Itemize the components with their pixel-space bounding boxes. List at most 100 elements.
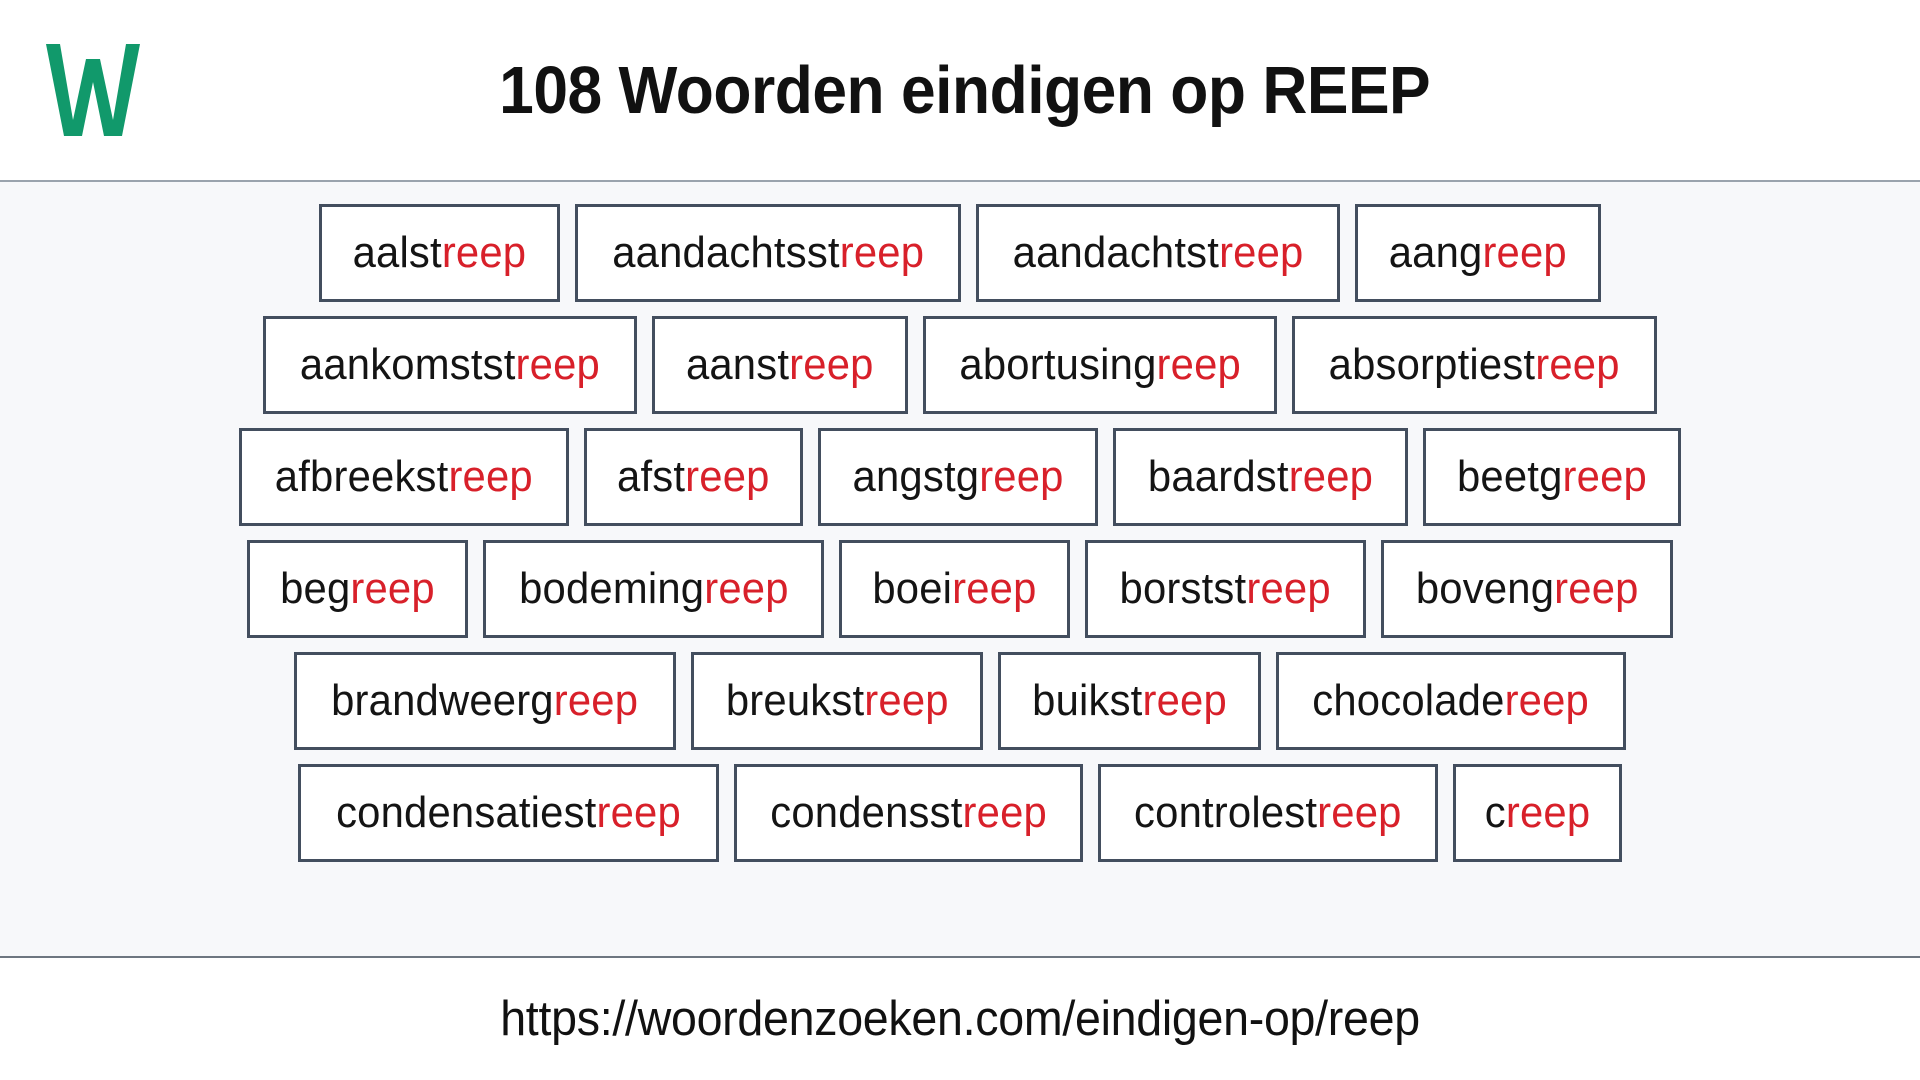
- word-grid: aalstreep aandachtsstreep aandachtstreep…: [0, 182, 1920, 956]
- word-item[interactable]: bovengreep: [1380, 540, 1674, 638]
- word-label: bovengreep: [1416, 567, 1639, 611]
- word-prefix: bodeming: [518, 564, 704, 613]
- word-label: aalstreep: [353, 231, 527, 275]
- word-suffix: reep: [1142, 676, 1228, 725]
- word-item[interactable]: absorptiestreep: [1292, 316, 1657, 414]
- word-suffix: reep: [703, 564, 789, 613]
- word-suffix: reep: [1482, 228, 1568, 277]
- word-item[interactable]: baardstreep: [1112, 428, 1408, 526]
- word-suffix: reep: [448, 452, 534, 501]
- word-suffix: reep: [1562, 452, 1647, 501]
- word-item[interactable]: begreep: [246, 540, 468, 638]
- word-item[interactable]: condensatiestreep: [298, 764, 719, 862]
- word-label: aandachtsstreep: [612, 231, 924, 275]
- word-suffix: reep: [685, 452, 770, 501]
- word-prefix: aankomstst: [300, 340, 517, 389]
- word-prefix: breukst: [725, 676, 864, 725]
- word-prefix: boei: [872, 564, 953, 613]
- word-label: bodemingreep: [519, 567, 789, 611]
- word-item[interactable]: creep: [1452, 764, 1622, 862]
- word-suffix: reep: [1156, 340, 1241, 389]
- word-prefix: aalst: [352, 228, 442, 277]
- word-item[interactable]: aandachtsstreep: [574, 204, 962, 302]
- word-prefix: aanst: [686, 340, 790, 389]
- word-suffix: reep: [441, 228, 527, 277]
- word-label: boeireep: [873, 567, 1037, 611]
- word-prefix: aang: [1389, 228, 1483, 277]
- word-item[interactable]: controlestreep: [1098, 764, 1438, 862]
- word-item[interactable]: aangreep: [1355, 204, 1601, 302]
- word-row: aankomststreep aanstreep abortusingreep …: [0, 316, 1920, 414]
- word-label: angstgreep: [852, 455, 1063, 499]
- word-item[interactable]: aanstreep: [652, 316, 908, 414]
- word-label: brandweergreep: [332, 679, 639, 723]
- page-footer: https://woordenzoeken.com/eindigen-op/re…: [0, 956, 1920, 1080]
- word-item[interactable]: abortusingreep: [922, 316, 1278, 414]
- word-prefix: aandachtst: [1012, 228, 1220, 277]
- word-item[interactable]: aalstreep: [319, 204, 560, 302]
- word-label: borststreep: [1120, 567, 1331, 611]
- word-label: beetgreep: [1457, 455, 1647, 499]
- word-item[interactable]: bodemingreep: [482, 540, 825, 638]
- word-item[interactable]: breukstreep: [690, 652, 984, 750]
- word-suffix: reep: [1317, 788, 1402, 837]
- word-label: aanstreep: [686, 343, 874, 387]
- word-suffix: reep: [1505, 788, 1591, 837]
- word-label: buikstreep: [1032, 679, 1227, 723]
- word-suffix: reep: [789, 340, 874, 389]
- word-item[interactable]: angstgreep: [817, 428, 1098, 526]
- word-label: baardstreep: [1148, 455, 1373, 499]
- word-prefix: aandachtsst: [612, 228, 840, 277]
- word-item[interactable]: buikstreep: [998, 652, 1262, 750]
- word-row: condensatiestreep condensstreep controle…: [0, 764, 1920, 862]
- page-title: 108 Woorden eindigen op REEP: [499, 52, 1431, 128]
- word-suffix: reep: [596, 788, 681, 837]
- word-prefix: borstst: [1119, 564, 1247, 613]
- word-label: absorptiestreep: [1329, 343, 1620, 387]
- word-suffix: reep: [1504, 676, 1590, 725]
- word-prefix: baardst: [1147, 452, 1289, 501]
- word-suffix: reep: [1553, 564, 1639, 613]
- word-label: abortusingreep: [959, 343, 1241, 387]
- word-label: condensatiestreep: [336, 791, 681, 835]
- word-suffix: reep: [863, 676, 949, 725]
- word-prefix: condensst: [770, 788, 963, 837]
- word-suffix: reep: [952, 564, 1038, 613]
- word-suffix: reep: [1246, 564, 1332, 613]
- word-suffix: reep: [839, 228, 925, 277]
- word-item[interactable]: brandweergreep: [294, 652, 676, 750]
- word-suffix: reep: [350, 564, 435, 613]
- word-label: aankomststreep: [300, 343, 600, 387]
- word-prefix: afbreekst: [275, 452, 449, 501]
- word-item[interactable]: beetgreep: [1422, 428, 1681, 526]
- word-item[interactable]: afbreekstreep: [239, 428, 569, 526]
- page-header: 108 Woorden eindigen op REEP: [0, 0, 1920, 182]
- word-prefix: beetg: [1456, 452, 1563, 501]
- word-label: condensstreep: [770, 791, 1047, 835]
- word-suffix: reep: [978, 452, 1064, 501]
- word-row: afbreekstreep afstreep angstgreep baards…: [0, 428, 1920, 526]
- word-item[interactable]: chocoladereep: [1276, 652, 1626, 750]
- word-prefix: chocolade: [1312, 676, 1505, 725]
- word-prefix: beg: [279, 564, 351, 613]
- word-label: creep: [1485, 791, 1591, 835]
- word-label: breukstreep: [726, 679, 949, 723]
- word-item[interactable]: afstreep: [583, 428, 803, 526]
- word-suffix: reep: [962, 788, 1047, 837]
- word-suffix: reep: [1219, 228, 1304, 277]
- word-item[interactable]: aandachtstreep: [976, 204, 1341, 302]
- word-label: afstreep: [617, 455, 770, 499]
- word-row: aalstreep aandachtsstreep aandachtstreep…: [0, 204, 1920, 302]
- word-item[interactable]: condensstreep: [734, 764, 1084, 862]
- word-item[interactable]: aankomststreep: [263, 316, 638, 414]
- word-suffix: reep: [1288, 452, 1373, 501]
- word-item[interactable]: borststreep: [1085, 540, 1366, 638]
- word-prefix: abortusing: [959, 340, 1157, 389]
- word-label: aandachtstreep: [1013, 231, 1304, 275]
- word-prefix: absorptiest: [1328, 340, 1536, 389]
- source-url[interactable]: https://woordenzoeken.com/eindigen-op/re…: [500, 991, 1420, 1047]
- word-label: aangreep: [1389, 231, 1567, 275]
- word-label: afbreekstreep: [275, 455, 533, 499]
- word-label: begreep: [280, 567, 435, 611]
- word-item[interactable]: boeireep: [839, 540, 1071, 638]
